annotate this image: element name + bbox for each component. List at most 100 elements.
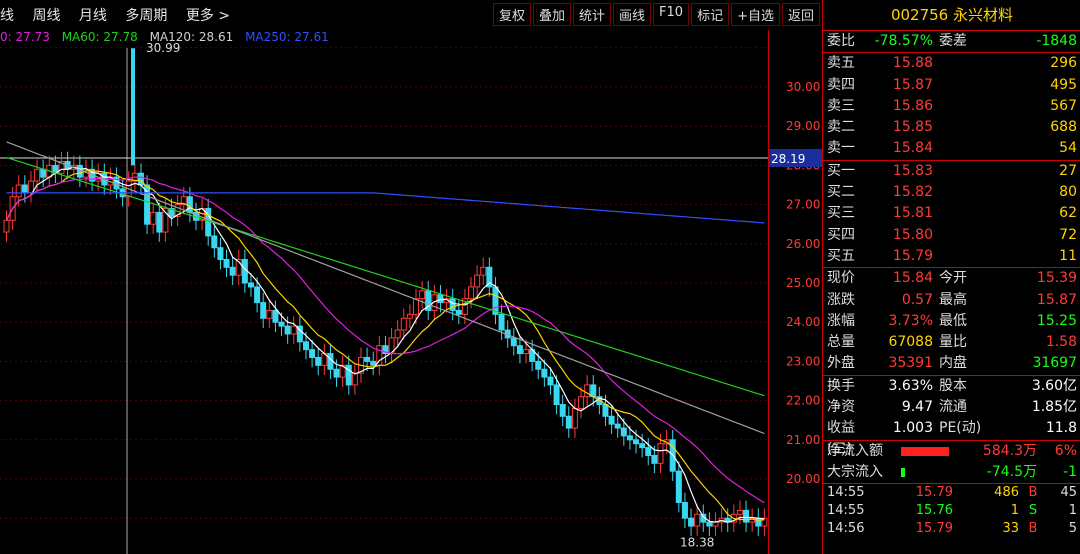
candle-body [413, 298, 420, 315]
quote-label: 外盘 [827, 355, 855, 372]
tab-multi-period[interactable]: 多周期 [125, 8, 167, 24]
candle-body [602, 404, 609, 417]
candle-body [419, 290, 426, 300]
candle-body [584, 384, 591, 398]
bids-volume: 72 [1059, 226, 1077, 243]
candle-body [645, 447, 652, 456]
period-tabs: 线 周线 月线 多周期 更多 > [0, 5, 244, 25]
ask-list: 卖五 15.88 296 卖四 15.87 495 卖三 15.86 567 卖二 15.85 688… [823, 52, 1080, 159]
bids-volume: 62 [1059, 205, 1077, 222]
asks-volume: 688 [1050, 119, 1077, 136]
f10-button[interactable]: F10 [653, 3, 690, 26]
tab-month[interactable]: 月线 [79, 8, 107, 24]
asks-volume: 296 [1050, 55, 1077, 72]
fin-label2: PE(动) [939, 420, 982, 437]
ratio-row: 委比 -78.57% 委差 -1848 [823, 31, 1080, 52]
candle-body [657, 443, 664, 464]
asks-row[interactable]: 卖一 15.84 54 [823, 138, 1080, 159]
asks-label: 卖五 [827, 55, 855, 72]
flow-label: 大宗流入 [827, 463, 883, 480]
trade-count: 45 [1060, 485, 1077, 501]
bids-volume: 80 [1059, 184, 1077, 201]
quote-value: 35391 [888, 355, 933, 372]
quote-value2: 1.58 [1045, 334, 1077, 351]
candle-body [406, 313, 413, 319]
fin-label: 净资 [827, 399, 855, 416]
quote-row: 涨跌 0.57 最高 15.87 [823, 290, 1080, 311]
bids-row[interactable]: 买三 15.81 62 [823, 203, 1080, 224]
fin-value2: 3.60亿 [1031, 377, 1077, 394]
trade-volume: 1 [1010, 503, 1019, 519]
quote-label2: 最低 [939, 312, 967, 329]
tab-week[interactable]: 周线 [32, 8, 60, 24]
candle-body [186, 196, 193, 213]
candle-body [247, 282, 254, 288]
statistics-button[interactable]: 统计 [573, 3, 612, 26]
asks-row[interactable]: 卖三 15.86 567 [823, 96, 1080, 117]
bids-label: 买三 [827, 205, 855, 222]
candle-body [541, 368, 548, 378]
asks-price: 15.87 [892, 76, 933, 93]
candle-body [675, 470, 682, 504]
candle-body [706, 521, 713, 527]
fin-row: 收益(三) 1.003 PE(动) 11.8 [823, 418, 1080, 457]
candle-body [736, 509, 743, 515]
candle-body [633, 439, 640, 445]
flow-value: -74.5万 [986, 463, 1037, 480]
fin-label: 换手 [827, 377, 855, 394]
ma250-line [6, 192, 765, 224]
quote-value2: 15.39 [1036, 270, 1077, 287]
candle-body [211, 235, 218, 249]
candle-body [260, 302, 267, 319]
bids-label: 买二 [827, 184, 855, 201]
restore-right-button[interactable]: 复权 [492, 3, 531, 26]
candle-body [620, 427, 627, 437]
candle-body [468, 286, 475, 300]
fin-value2: 11.8 [1045, 420, 1077, 437]
flow-value: 584.3万 [982, 442, 1037, 459]
trade-volume: 486 [994, 485, 1019, 501]
bids-row[interactable]: 买二 15.82 80 [823, 182, 1080, 203]
quote-label2: 今开 [939, 270, 967, 287]
candle-body [688, 517, 695, 527]
add-watchlist-button[interactable]: +自选 [731, 3, 780, 26]
overlay-button[interactable]: 叠加 [532, 3, 571, 26]
candle-body [626, 435, 633, 441]
candle-body [498, 313, 505, 331]
bids-row[interactable]: 买五 15.79 11 [823, 246, 1080, 267]
candlestick-chart[interactable]: 30.0029.0028.0027.0026.0025.0024.0023.00… [0, 30, 822, 554]
asks-label: 卖一 [827, 140, 855, 157]
tab-more[interactable]: 更多 > [186, 8, 230, 24]
quote-label2: 量比 [939, 334, 967, 351]
price-axis [768, 30, 823, 554]
candle-body [559, 404, 566, 417]
bids-row[interactable]: 买一 15.83 27 [823, 161, 1080, 182]
trade-side: B [1028, 521, 1038, 537]
trade-ticks: 14:55 15.79 486 B 45 14:55 15.76 1 S 1 14:56 15.79 3… [823, 483, 1080, 538]
asks-row[interactable]: 卖二 15.85 688 [823, 117, 1080, 138]
candle-body [553, 384, 560, 406]
candle-body [578, 396, 585, 409]
bids-label: 买一 [827, 162, 855, 179]
quote-label2: 内盘 [939, 355, 967, 372]
tab-day[interactable]: 线 [0, 8, 14, 24]
asks-row[interactable]: 卖四 15.87 495 [823, 75, 1080, 96]
quote-value: 15.84 [892, 270, 933, 287]
asks-volume: 54 [1059, 140, 1077, 157]
asks-row[interactable]: 卖五 15.88 296 [823, 53, 1080, 74]
fin-label2: 流通 [939, 399, 967, 416]
asks-label: 卖二 [827, 119, 855, 136]
draw-line-button[interactable]: 画线 [613, 3, 652, 26]
quote-row: 总量 67088 量比 1.58 [823, 332, 1080, 353]
candle-body [3, 219, 10, 233]
asks-label: 卖四 [827, 76, 855, 93]
fin-value: 1.003 [892, 420, 933, 437]
asks-price: 15.85 [892, 119, 933, 136]
back-button[interactable]: 返回 [781, 3, 820, 26]
flow-bar [901, 446, 949, 456]
asks-label: 卖三 [827, 97, 855, 114]
bids-row[interactable]: 买四 15.80 72 [823, 225, 1080, 246]
candle-body [34, 168, 41, 182]
candle-body [565, 415, 572, 429]
mark-button[interactable]: 标记 [691, 3, 730, 26]
